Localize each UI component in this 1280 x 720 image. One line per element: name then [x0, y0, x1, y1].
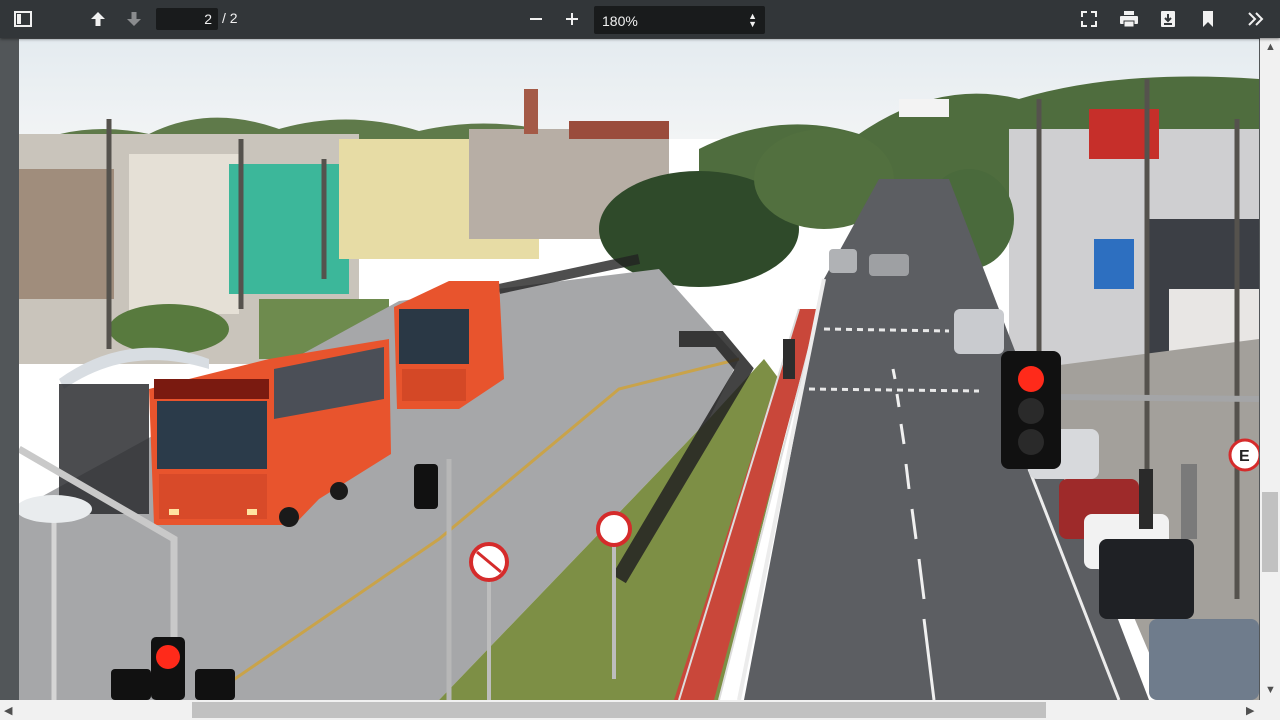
red-light: [1018, 366, 1044, 392]
arrow-down-icon[interactable]: [122, 7, 146, 31]
print-icon[interactable]: [1117, 7, 1141, 31]
street-photo: E: [19, 39, 1259, 700]
plus-icon[interactable]: [560, 7, 584, 31]
arrow-up-icon[interactable]: [86, 7, 110, 31]
fit-page-icon[interactable]: [1077, 7, 1101, 31]
pdf-page: E: [19, 39, 1259, 700]
sidebar-toggle-icon[interactable]: [11, 7, 35, 31]
zoom-select[interactable]: 180% ▲ ▼: [594, 6, 765, 34]
select-arrows-icon: ▲ ▼: [748, 11, 757, 29]
scroll-down-arrow-icon[interactable]: ▼: [1265, 684, 1276, 696]
horizontal-scroll-thumb[interactable]: [192, 702, 1046, 718]
page-number-input[interactable]: 2: [156, 8, 218, 30]
scroll-up-arrow-icon[interactable]: ▲: [1265, 41, 1276, 53]
bus: [394, 281, 504, 409]
vertical-scrollbar[interactable]: [1260, 38, 1280, 700]
download-icon[interactable]: [1156, 7, 1180, 31]
minus-icon[interactable]: [524, 7, 548, 31]
scroll-left-arrow-icon[interactable]: ◀: [4, 704, 12, 717]
pdf-toolbar: 2 / 2 180% ▲ ▼: [0, 0, 1280, 38]
double-chevron-right-icon[interactable]: [1244, 7, 1268, 31]
road-sign-e: E: [1239, 448, 1250, 465]
scroll-right-arrow-icon[interactable]: ▶: [1246, 704, 1254, 717]
zoom-level: 180%: [602, 13, 638, 29]
vertical-scroll-thumb[interactable]: [1262, 492, 1278, 572]
bookmark-icon[interactable]: [1196, 7, 1220, 31]
page-total: / 2: [222, 10, 238, 26]
